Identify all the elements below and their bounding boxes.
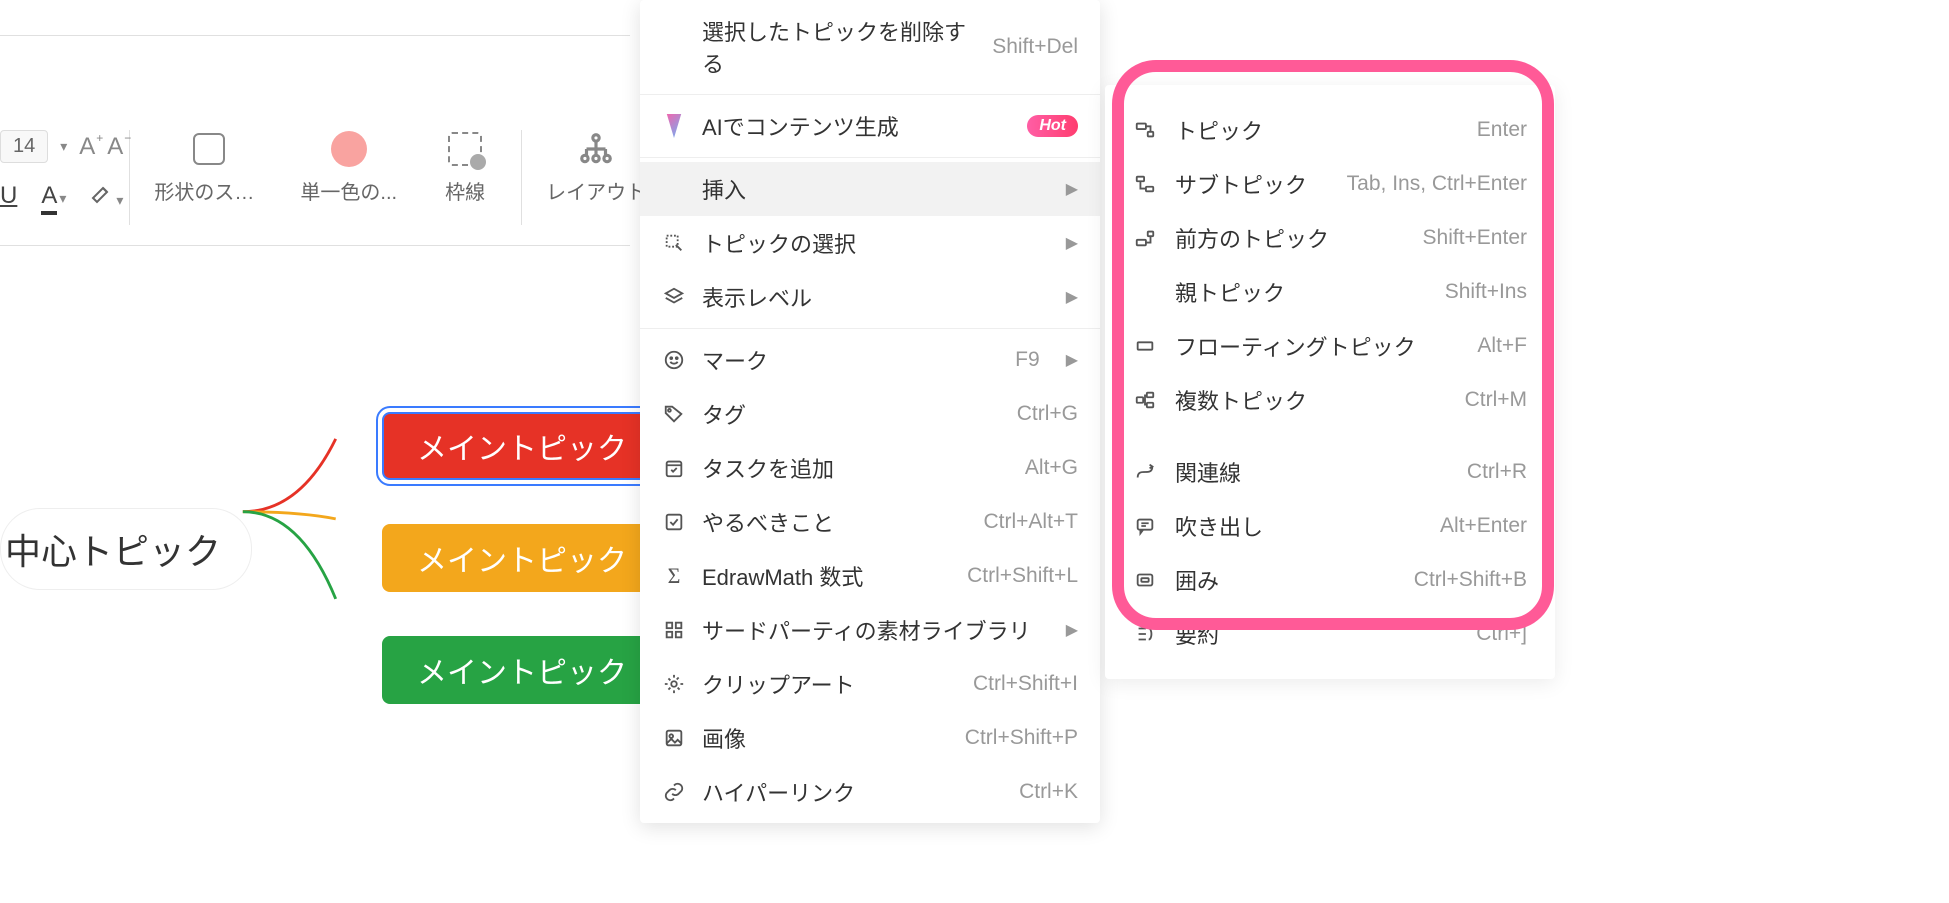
callout-icon	[1133, 514, 1157, 538]
font-size-input[interactable]: 14	[0, 130, 48, 163]
single-color-button[interactable]: 単一色の...	[282, 130, 415, 205]
underline-button[interactable]: U	[0, 182, 17, 210]
frame-icon	[448, 132, 482, 166]
submenu-boundary[interactable]: 囲み Ctrl+Shift+B	[1105, 553, 1555, 607]
submenu-callout[interactable]: 吹き出し Alt+Enter	[1105, 499, 1555, 553]
shape-style-button[interactable]: 形状のスタ...	[136, 130, 282, 205]
smile-icon	[662, 348, 686, 372]
context-menu: 選択したトピックを削除する Shift+Del AIでコンテンツ生成 Hot 挿…	[640, 0, 1100, 823]
topic-icon	[1133, 118, 1157, 142]
menu-edrawmath[interactable]: Σ EdrawMath 数式 Ctrl+Shift+L	[640, 549, 1100, 603]
insert-submenu: トピック Enter サブトピック Tab, Ins, Ctrl+Enter 前…	[1105, 85, 1555, 679]
calendar-check-icon	[662, 456, 686, 480]
main-topic-1[interactable]: メイントピック	[382, 412, 662, 480]
circle-icon	[331, 131, 367, 167]
summary-icon	[1133, 622, 1157, 646]
submenu-multiple-topics[interactable]: 複数トピック Ctrl+M	[1105, 373, 1555, 427]
chevron-right-icon: ▶	[1066, 350, 1078, 370]
highlighter-button[interactable]: ▾	[90, 181, 123, 211]
submenu-relationship[interactable]: 関連線 Ctrl+R	[1105, 445, 1555, 499]
ai-icon	[662, 114, 686, 138]
submenu-topic-before[interactable]: 前方のトピック Shift+Enter	[1105, 211, 1555, 265]
submenu-summary[interactable]: 要約 Ctrl+]	[1105, 607, 1555, 661]
subtopic-icon	[1133, 172, 1157, 196]
menu-tag[interactable]: タグ Ctrl+G	[640, 387, 1100, 441]
layers-icon	[662, 285, 686, 309]
select-icon	[662, 231, 686, 255]
tag-icon	[662, 402, 686, 426]
floating-icon	[1133, 334, 1157, 358]
menu-ai-generate[interactable]: AIでコンテンツ生成 Hot	[640, 99, 1100, 153]
main-topic-2[interactable]: メイントピック	[382, 524, 662, 592]
menu-clipart[interactable]: クリップアート Ctrl+Shift+I	[640, 657, 1100, 711]
layout-icon	[577, 130, 615, 168]
menu-select-topic[interactable]: トピックの選択 ▶	[640, 216, 1100, 270]
menu-hyperlink[interactable]: ハイパーリンク Ctrl+K	[640, 765, 1100, 819]
submenu-topic[interactable]: トピック Enter	[1105, 103, 1555, 157]
font-decrease-button[interactable]: A	[107, 133, 123, 161]
submenu-parent-topic[interactable]: 親トピック Shift+Ins	[1105, 265, 1555, 319]
chevron-right-icon: ▶	[1066, 287, 1078, 307]
image-icon	[662, 726, 686, 750]
sigma-icon: Σ	[662, 564, 686, 588]
grid-icon	[662, 618, 686, 642]
submenu-subtopic[interactable]: サブトピック Tab, Ins, Ctrl+Enter	[1105, 157, 1555, 211]
menu-todo[interactable]: やるべきこと Ctrl+Alt+T	[640, 495, 1100, 549]
menu-delete-topic[interactable]: 選択したトピックを削除する Shift+Del	[640, 4, 1100, 90]
menu-image[interactable]: 画像 Ctrl+Shift+P	[640, 711, 1100, 765]
checkbox-icon	[662, 510, 686, 534]
menu-display-level[interactable]: 表示レベル ▶	[640, 270, 1100, 324]
menu-add-task[interactable]: タスクを追加 Alt+G	[640, 441, 1100, 495]
boundary-icon	[1133, 568, 1157, 592]
chevron-right-icon: ▶	[1066, 233, 1078, 253]
link-icon	[662, 780, 686, 804]
relationship-icon	[1133, 460, 1157, 484]
menu-third-party[interactable]: サードパーティの素材ライブラリ ▶	[640, 603, 1100, 657]
text-color-button[interactable]: A▾	[41, 182, 66, 210]
chevron-right-icon: ▶	[1066, 179, 1078, 199]
central-topic[interactable]: 中心トピック	[0, 508, 252, 590]
square-icon	[193, 133, 225, 165]
menu-insert[interactable]: 挿入 ▶	[640, 162, 1100, 216]
topic-before-icon	[1133, 226, 1157, 250]
multiple-topics-icon	[1133, 388, 1157, 412]
hot-badge: Hot	[1027, 115, 1078, 137]
main-topic-3[interactable]: メイントピック	[382, 636, 662, 704]
mindmap-canvas[interactable]: 中心トピック メイントピック メイントピック メイントピック	[0, 246, 640, 901]
menu-mark[interactable]: マーク F9 ▶	[640, 333, 1100, 387]
chevron-right-icon: ▶	[1066, 620, 1078, 640]
submenu-floating-topic[interactable]: フローティングトピック Alt+F	[1105, 319, 1555, 373]
gear-icon	[662, 672, 686, 696]
frame-button[interactable]: 枠線	[415, 130, 515, 205]
font-increase-button[interactable]: A	[79, 133, 95, 161]
